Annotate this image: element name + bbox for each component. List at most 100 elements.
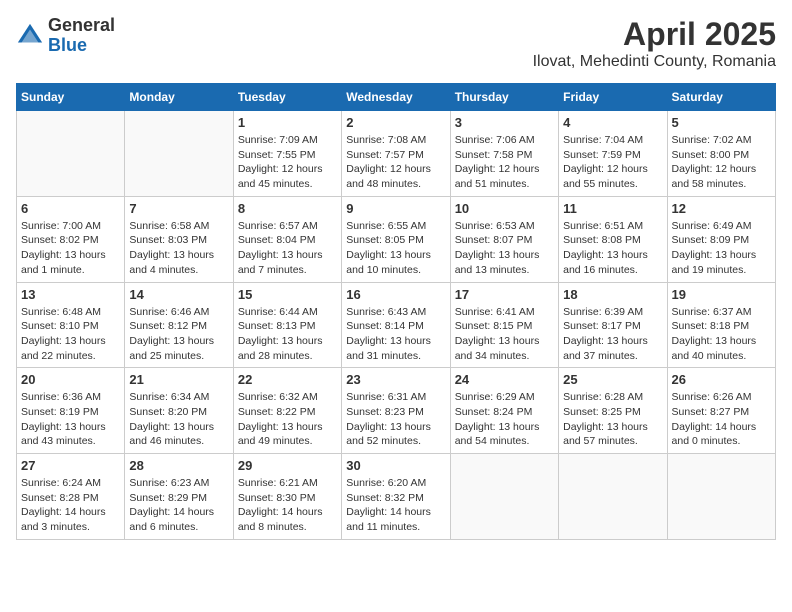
day-number: 28 <box>129 458 228 473</box>
calendar-cell: 24 Sunrise: 6:29 AM Sunset: 8:24 PM Dayli… <box>450 368 558 454</box>
calendar-cell: 20 Sunrise: 6:36 AM Sunset: 8:19 PM Dayli… <box>17 368 125 454</box>
day-number: 14 <box>129 287 228 302</box>
day-info: Sunrise: 7:09 AM Sunset: 7:55 PM Dayligh… <box>238 133 337 192</box>
calendar-cell: 28 Sunrise: 6:23 AM Sunset: 8:29 PM Dayli… <box>125 454 233 540</box>
calendar-cell: 26 Sunrise: 6:26 AM Sunset: 8:27 PM Dayli… <box>667 368 775 454</box>
day-number: 2 <box>346 115 445 130</box>
calendar-week-row: 27 Sunrise: 6:24 AM Sunset: 8:28 PM Dayli… <box>17 454 776 540</box>
calendar-week-row: 1 Sunrise: 7:09 AM Sunset: 7:55 PM Daylig… <box>17 111 776 197</box>
day-number: 12 <box>672 201 771 216</box>
logo-blue-text: Blue <box>48 35 87 55</box>
weekday-header-row: SundayMondayTuesdayWednesdayThursdayFrid… <box>17 84 776 111</box>
calendar-cell: 5 Sunrise: 7:02 AM Sunset: 8:00 PM Daylig… <box>667 111 775 197</box>
day-info: Sunrise: 6:44 AM Sunset: 8:13 PM Dayligh… <box>238 305 337 364</box>
day-info: Sunrise: 6:37 AM Sunset: 8:18 PM Dayligh… <box>672 305 771 364</box>
day-number: 17 <box>455 287 554 302</box>
calendar-cell <box>667 454 775 540</box>
calendar-cell: 29 Sunrise: 6:21 AM Sunset: 8:30 PM Dayli… <box>233 454 341 540</box>
calendar-cell: 6 Sunrise: 7:00 AM Sunset: 8:02 PM Daylig… <box>17 196 125 282</box>
day-number: 30 <box>346 458 445 473</box>
calendar-subtitle: Ilovat, Mehedinti County, Romania <box>533 53 776 71</box>
day-info: Sunrise: 6:31 AM Sunset: 8:23 PM Dayligh… <box>346 390 445 449</box>
day-info: Sunrise: 7:04 AM Sunset: 7:59 PM Dayligh… <box>563 133 662 192</box>
day-number: 18 <box>563 287 662 302</box>
calendar-cell <box>125 111 233 197</box>
day-number: 7 <box>129 201 228 216</box>
day-info: Sunrise: 6:51 AM Sunset: 8:08 PM Dayligh… <box>563 219 662 278</box>
day-info: Sunrise: 6:29 AM Sunset: 8:24 PM Dayligh… <box>455 390 554 449</box>
day-number: 13 <box>21 287 120 302</box>
calendar-cell: 16 Sunrise: 6:43 AM Sunset: 8:14 PM Dayli… <box>342 282 450 368</box>
day-info: Sunrise: 6:24 AM Sunset: 8:28 PM Dayligh… <box>21 476 120 535</box>
day-number: 25 <box>563 372 662 387</box>
day-number: 20 <box>21 372 120 387</box>
day-number: 5 <box>672 115 771 130</box>
calendar-cell: 12 Sunrise: 6:49 AM Sunset: 8:09 PM Dayli… <box>667 196 775 282</box>
day-number: 3 <box>455 115 554 130</box>
day-number: 22 <box>238 372 337 387</box>
calendar-week-row: 13 Sunrise: 6:48 AM Sunset: 8:10 PM Dayli… <box>17 282 776 368</box>
day-info: Sunrise: 6:26 AM Sunset: 8:27 PM Dayligh… <box>672 390 771 449</box>
day-info: Sunrise: 7:00 AM Sunset: 8:02 PM Dayligh… <box>21 219 120 278</box>
day-info: Sunrise: 6:58 AM Sunset: 8:03 PM Dayligh… <box>129 219 228 278</box>
day-number: 23 <box>346 372 445 387</box>
day-info: Sunrise: 6:36 AM Sunset: 8:19 PM Dayligh… <box>21 390 120 449</box>
calendar-week-row: 6 Sunrise: 7:00 AM Sunset: 8:02 PM Daylig… <box>17 196 776 282</box>
day-info: Sunrise: 6:48 AM Sunset: 8:10 PM Dayligh… <box>21 305 120 364</box>
calendar-cell: 14 Sunrise: 6:46 AM Sunset: 8:12 PM Dayli… <box>125 282 233 368</box>
calendar-cell: 19 Sunrise: 6:37 AM Sunset: 8:18 PM Dayli… <box>667 282 775 368</box>
calendar-cell: 2Sunrise: 7:08 AM Sunset: 7:57 PM Daylig… <box>342 111 450 197</box>
day-info: Sunrise: 6:21 AM Sunset: 8:30 PM Dayligh… <box>238 476 337 535</box>
calendar-cell: 10Sunrise: 6:53 AM Sunset: 8:07 PM Dayli… <box>450 196 558 282</box>
day-info: Sunrise: 6:55 AM Sunset: 8:05 PM Dayligh… <box>346 219 445 278</box>
day-number: 1 <box>238 115 337 130</box>
weekday-header-thursday: Thursday <box>450 84 558 111</box>
calendar-cell: 4Sunrise: 7:04 AM Sunset: 7:59 PM Daylig… <box>559 111 667 197</box>
day-number: 24 <box>455 372 554 387</box>
day-info: Sunrise: 6:28 AM Sunset: 8:25 PM Dayligh… <box>563 390 662 449</box>
day-number: 10 <box>455 201 554 216</box>
day-number: 21 <box>129 372 228 387</box>
calendar-cell: 18 Sunrise: 6:39 AM Sunset: 8:17 PM Dayli… <box>559 282 667 368</box>
day-info: Sunrise: 6:34 AM Sunset: 8:20 PM Dayligh… <box>129 390 228 449</box>
calendar-cell <box>450 454 558 540</box>
weekday-header-tuesday: Tuesday <box>233 84 341 111</box>
calendar-cell: 1 Sunrise: 7:09 AM Sunset: 7:55 PM Daylig… <box>233 111 341 197</box>
day-info: Sunrise: 6:43 AM Sunset: 8:14 PM Dayligh… <box>346 305 445 364</box>
day-info: Sunrise: 6:57 AM Sunset: 8:04 PM Dayligh… <box>238 219 337 278</box>
day-info: Sunrise: 7:06 AM Sunset: 7:58 PM Dayligh… <box>455 133 554 192</box>
logo: General Blue <box>16 16 115 56</box>
calendar-cell <box>17 111 125 197</box>
weekday-header-saturday: Saturday <box>667 84 775 111</box>
day-info: Sunrise: 6:46 AM Sunset: 8:12 PM Dayligh… <box>129 305 228 364</box>
day-info: Sunrise: 7:02 AM Sunset: 8:00 PM Dayligh… <box>672 133 771 192</box>
calendar-cell: 22Sunrise: 6:32 AM Sunset: 8:22 PM Dayli… <box>233 368 341 454</box>
day-info: Sunrise: 6:49 AM Sunset: 8:09 PM Dayligh… <box>672 219 771 278</box>
calendar-cell: 21 Sunrise: 6:34 AM Sunset: 8:20 PM Dayli… <box>125 368 233 454</box>
calendar-cell: 17Sunrise: 6:41 AM Sunset: 8:15 PM Dayli… <box>450 282 558 368</box>
calendar-cell <box>559 454 667 540</box>
day-number: 19 <box>672 287 771 302</box>
day-number: 6 <box>21 201 120 216</box>
day-info: Sunrise: 6:23 AM Sunset: 8:29 PM Dayligh… <box>129 476 228 535</box>
day-number: 26 <box>672 372 771 387</box>
day-info: Sunrise: 6:39 AM Sunset: 8:17 PM Dayligh… <box>563 305 662 364</box>
title-block: April 2025 Ilovat, Mehedinti County, Rom… <box>533 16 776 71</box>
calendar-week-row: 20 Sunrise: 6:36 AM Sunset: 8:19 PM Dayli… <box>17 368 776 454</box>
day-number: 16 <box>346 287 445 302</box>
calendar-cell: 30 Sunrise: 6:20 AM Sunset: 8:32 PM Dayli… <box>342 454 450 540</box>
calendar-table: SundayMondayTuesdayWednesdayThursdayFrid… <box>16 83 776 540</box>
calendar-title: April 2025 <box>533 16 776 53</box>
day-number: 8 <box>238 201 337 216</box>
calendar-cell: 23 Sunrise: 6:31 AM Sunset: 8:23 PM Dayli… <box>342 368 450 454</box>
calendar-cell: 15Sunrise: 6:44 AM Sunset: 8:13 PM Dayli… <box>233 282 341 368</box>
day-number: 27 <box>21 458 120 473</box>
day-info: Sunrise: 6:20 AM Sunset: 8:32 PM Dayligh… <box>346 476 445 535</box>
calendar-cell: 11 Sunrise: 6:51 AM Sunset: 8:08 PM Dayli… <box>559 196 667 282</box>
day-number: 29 <box>238 458 337 473</box>
day-number: 11 <box>563 201 662 216</box>
logo-general-text: General <box>48 15 115 35</box>
calendar-cell: 3 Sunrise: 7:06 AM Sunset: 7:58 PM Daylig… <box>450 111 558 197</box>
calendar-cell: 13 Sunrise: 6:48 AM Sunset: 8:10 PM Dayli… <box>17 282 125 368</box>
weekday-header-sunday: Sunday <box>17 84 125 111</box>
